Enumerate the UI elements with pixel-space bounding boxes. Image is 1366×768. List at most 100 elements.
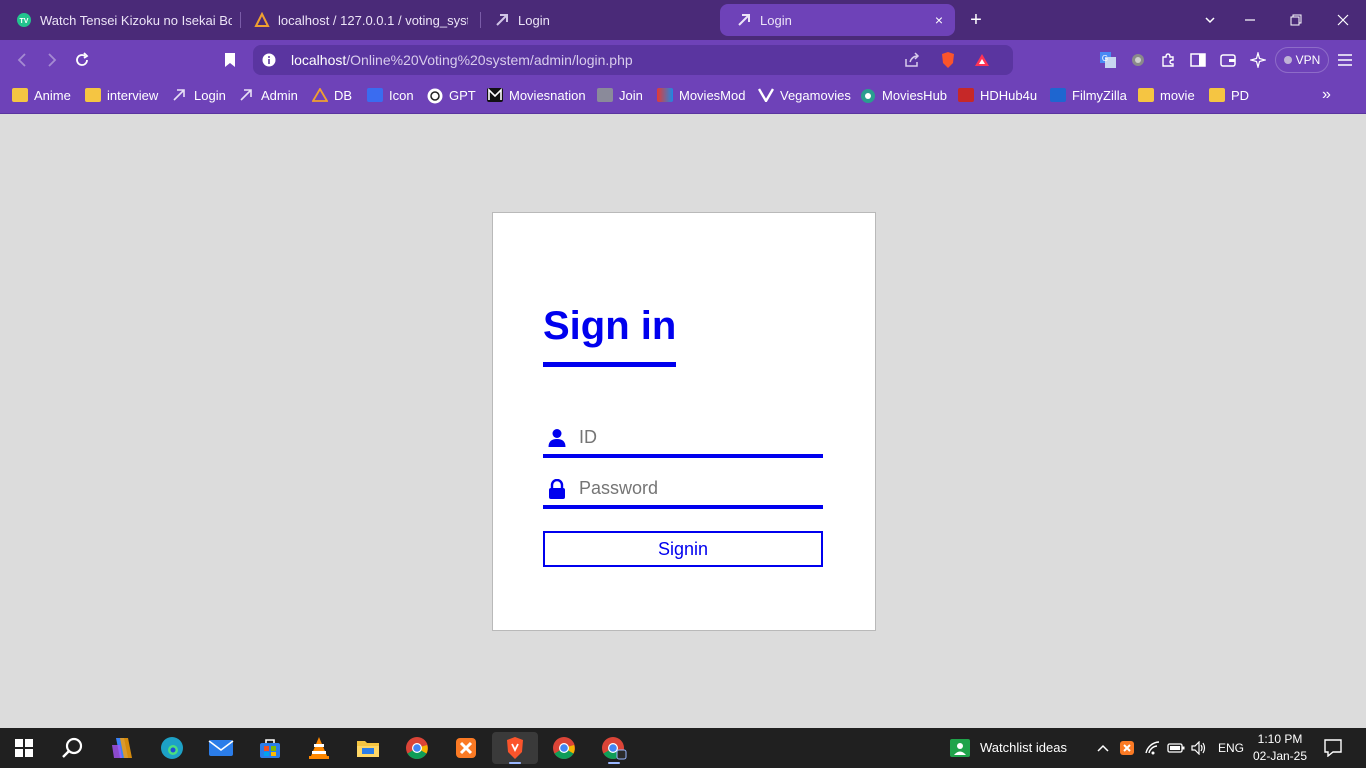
bookmark-movieshub[interactable]: MoviesHub [860, 86, 947, 104]
menu-icon[interactable] [1335, 50, 1355, 70]
tab-anime[interactable]: TV Watch Tensei Kizoku no Isekai Bouk [0, 4, 240, 36]
bookmark-admin[interactable]: Admin [239, 86, 298, 104]
bookmark-label: PD [1231, 87, 1250, 103]
page-icon [172, 88, 188, 102]
tab-title: Watch Tensei Kizoku no Isekai Bouk [40, 12, 232, 28]
movieshub-icon [860, 88, 876, 103]
restore-icon[interactable] [1286, 10, 1306, 30]
folder-icon [12, 88, 28, 102]
close-tab-icon[interactable]: × [931, 12, 947, 28]
vlc-icon[interactable] [299, 732, 339, 764]
edge-icon[interactable] [152, 732, 192, 764]
tab-phpmyadmin[interactable]: localhost / 127.0.0.1 / voting_system [238, 4, 478, 36]
translate-icon[interactable]: G [1098, 50, 1118, 70]
tab-search-icon[interactable] [1200, 10, 1220, 30]
chrome-profile-icon[interactable] [544, 732, 584, 764]
svg-text:TV: TV [20, 18, 29, 25]
brave-rewards-icon[interactable] [972, 50, 992, 70]
new-tab-button[interactable]: + [966, 10, 986, 30]
copilot-icon[interactable] [102, 732, 142, 764]
tab-login[interactable]: Login [478, 4, 718, 36]
bookmark-db[interactable]: DB [311, 86, 353, 104]
fz-icon [1050, 88, 1066, 102]
store-icon[interactable] [250, 732, 290, 764]
bookmark-icon[interactable] [220, 50, 240, 70]
vpn-button[interactable]: VPN [1275, 47, 1329, 73]
page-title: Sign in [543, 304, 677, 348]
battery-icon[interactable] [1166, 732, 1186, 764]
m-icon [487, 88, 503, 102]
back-icon[interactable] [12, 50, 32, 70]
wallet-icon[interactable] [1218, 50, 1238, 70]
brave-taskbar-icon[interactable] [492, 732, 538, 764]
xampp-icon[interactable] [446, 732, 486, 764]
bookmark-filmyzilla[interactable]: FilmyZilla [1050, 86, 1127, 104]
bookmark-gpt[interactable]: GPT [427, 86, 476, 104]
chrome-icon[interactable] [397, 732, 437, 764]
bookmark-label: FilmyZilla [1072, 87, 1127, 103]
extension-icon[interactable] [1128, 50, 1148, 70]
bookmark-moviesmod[interactable]: MoviesMod [657, 86, 745, 104]
join-icon [597, 88, 613, 102]
wifi-icon[interactable] [1143, 732, 1163, 764]
chevron-up-icon[interactable] [1093, 732, 1113, 764]
bookmark-anime[interactable]: Anime [12, 86, 71, 104]
puzzle-icon[interactable] [1158, 50, 1178, 70]
signin-button[interactable]: Signin [543, 531, 823, 567]
bookmark-icon[interactable]: Icon [367, 86, 414, 104]
xampp-tray-icon[interactable] [1117, 732, 1137, 764]
bookmarks-more-button[interactable]: » [1322, 86, 1331, 104]
leo-ai-icon[interactable] [1248, 50, 1268, 70]
bookmark-join[interactable]: Join [597, 86, 643, 104]
windows-start-icon[interactable] [4, 732, 44, 764]
bookmark-vegamovies[interactable]: Vegamovies [757, 86, 851, 104]
bookmark-hdhub4u[interactable]: HDHub4u [958, 86, 1037, 104]
bookmark-label: MoviesHub [882, 87, 948, 103]
bookmark-label: movie [1160, 87, 1195, 103]
close-window-icon[interactable] [1333, 10, 1353, 30]
tab-login-active[interactable]: Login × [720, 4, 955, 36]
bookmark-pd[interactable]: PD [1209, 86, 1249, 104]
bookmark-label: DB [334, 87, 353, 103]
bookmark-movie[interactable]: movie [1138, 86, 1195, 104]
search-icon[interactable] [52, 732, 92, 764]
password-field [543, 469, 823, 509]
id-input[interactable] [579, 424, 815, 450]
share-icon[interactable] [902, 50, 922, 70]
vpn-status-dot [1283, 56, 1292, 64]
folder-icon [1209, 88, 1225, 102]
tab-title: Login [760, 12, 792, 28]
clock[interactable]: 1:10 PM 02-Jan-25 [1250, 731, 1310, 765]
clock-time: 1:10 PM [1257, 732, 1303, 746]
volume-icon[interactable] [1189, 732, 1209, 764]
page-icon [494, 12, 510, 28]
url-text[interactable]: localhost/Online%20Voting%20system/admin… [291, 52, 633, 68]
password-input[interactable] [579, 475, 815, 501]
bookmark-label: GPT [449, 87, 476, 103]
site-info-icon[interactable] [259, 50, 279, 70]
bookmark-login[interactable]: Login [172, 86, 226, 104]
page-icon [736, 12, 752, 28]
minimize-icon[interactable] [1240, 10, 1260, 30]
forward-icon[interactable] [42, 50, 62, 70]
bookmark-interview[interactable]: interview [85, 86, 158, 104]
sidebar-icon[interactable] [1188, 50, 1208, 70]
phpmyadmin-icon [311, 87, 329, 102]
chrome-app-icon[interactable] [594, 732, 634, 764]
bookmark-label: HDHub4u [980, 87, 1038, 103]
language-indicator[interactable]: ENG [1218, 741, 1244, 755]
bookmark-moviesnation[interactable]: Moviesnation [487, 86, 586, 104]
notification-icon[interactable] [1322, 732, 1344, 764]
url-path: /Online%20Voting%20system/admin/login.ph… [346, 52, 633, 68]
widget-label[interactable]: Watchlist ideas [980, 740, 1067, 755]
vpn-label: VPN [1295, 53, 1321, 67]
brave-shields-icon[interactable] [938, 50, 958, 70]
bookmark-label: interview [107, 87, 159, 103]
url-host: localhost [291, 52, 347, 68]
widget-icon[interactable] [940, 732, 980, 764]
bookmark-label: MoviesMod [679, 87, 746, 103]
flag-icon [367, 88, 383, 102]
file-explorer-icon[interactable] [348, 732, 388, 764]
reload-icon[interactable] [72, 50, 92, 70]
mail-icon[interactable] [201, 732, 241, 764]
